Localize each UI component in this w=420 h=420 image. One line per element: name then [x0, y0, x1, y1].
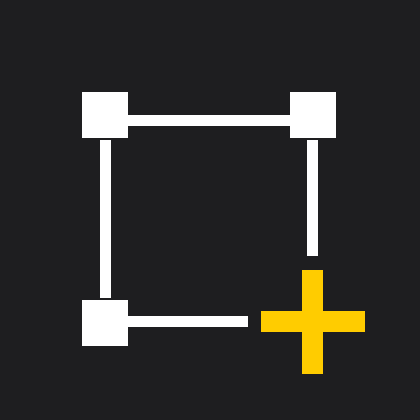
handle-bottom-left: [82, 300, 128, 346]
frame-edge-top: [128, 115, 290, 126]
add-selection-box-icon: [82, 92, 365, 374]
plus-icon: [261, 270, 365, 374]
plus-horizontal: [261, 311, 365, 332]
selection-frame: [82, 92, 336, 346]
frame-edge-right: [307, 140, 318, 256]
handle-top-right: [290, 92, 336, 138]
frame-edge-left: [100, 140, 111, 298]
handle-top-left: [82, 92, 128, 138]
frame-edge-bottom: [128, 316, 248, 327]
icon-canvas: [0, 0, 420, 420]
